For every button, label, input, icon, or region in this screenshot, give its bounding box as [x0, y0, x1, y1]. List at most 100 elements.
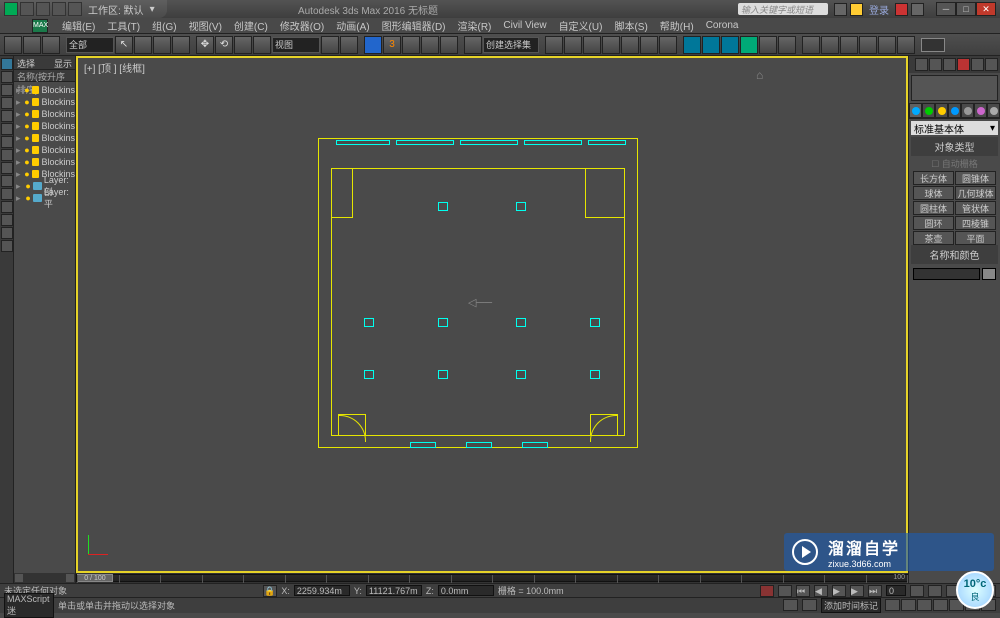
play-icon[interactable]: ▶ [832, 585, 846, 597]
menu-modifiers[interactable]: 修改器(O) [276, 18, 328, 33]
coord-y-field[interactable]: 11121.767m [366, 585, 422, 596]
material-editor-icon[interactable] [659, 36, 677, 54]
mirror-icon[interactable] [545, 36, 563, 54]
selection-filter-dropdown[interactable]: 全部 [66, 37, 114, 53]
primitive-button[interactable]: 圆柱体 [913, 201, 954, 215]
viewport-label[interactable]: [+] [顶 ] [线框] [84, 60, 145, 75]
bind-spacewarp-icon[interactable] [42, 36, 60, 54]
schematic-icon[interactable] [640, 36, 658, 54]
workspace-label[interactable]: 工作区: 默认 [88, 2, 144, 17]
primitive-button[interactable]: 平面 [955, 231, 996, 245]
isolate-icon[interactable] [783, 599, 798, 611]
color-swatch[interactable] [921, 38, 945, 52]
snap-percent-icon[interactable] [421, 36, 439, 54]
align-icon[interactable] [564, 36, 582, 54]
object-name-field[interactable] [913, 268, 980, 280]
window-crossing-icon[interactable] [172, 36, 190, 54]
workspace-dropdown-icon[interactable]: ▾ [150, 4, 155, 15]
selock-icon[interactable] [802, 599, 817, 611]
extra-tool-5-icon[interactable] [878, 36, 896, 54]
setkey-button[interactable] [778, 585, 792, 597]
app-icon[interactable] [4, 2, 18, 16]
cp-tool-2-icon[interactable] [929, 58, 942, 71]
tab-shapes[interactable] [922, 103, 935, 118]
save-icon[interactable] [20, 2, 34, 16]
play-start-icon[interactable]: ⏮ [796, 585, 810, 597]
render-prod-icon[interactable] [721, 36, 739, 54]
scene-item[interactable]: ▸●Blockins [16, 120, 75, 132]
curve-editor-icon[interactable] [621, 36, 639, 54]
ribbon-btn-5[interactable] [1, 110, 13, 122]
cp-tool-5-icon[interactable] [971, 58, 984, 71]
menu-group[interactable]: 组(G) [148, 18, 180, 33]
link-icon[interactable] [68, 2, 82, 16]
ribbon-icon[interactable] [602, 36, 620, 54]
menu-corona[interactable]: Corona [702, 20, 743, 31]
scene-item[interactable]: ▸●Blockins [16, 84, 75, 96]
pivot-icon[interactable] [321, 36, 339, 54]
comm-center-icon[interactable] [834, 3, 847, 16]
menu-help[interactable]: 帮助(H) [656, 18, 698, 33]
star-icon[interactable] [850, 3, 863, 16]
primitive-button[interactable]: 圆锥体 [955, 171, 996, 185]
named-selset-dropdown[interactable]: 创建选择集 [483, 37, 539, 53]
scene-item[interactable]: ▸●Layer:平 [16, 192, 75, 204]
undo-icon[interactable] [36, 2, 50, 16]
ribbon-btn-4[interactable] [1, 97, 13, 109]
extra-tool-6-icon[interactable] [897, 36, 915, 54]
render-online-icon[interactable] [778, 36, 796, 54]
scene-item[interactable]: ▸●Blockins [16, 156, 75, 168]
render-frame-icon[interactable] [702, 36, 720, 54]
scene-item[interactable]: ▸●Blockins [16, 96, 75, 108]
time-config-icon[interactable] [910, 585, 924, 597]
layers-icon[interactable] [583, 36, 601, 54]
viewport-top[interactable]: [+] [顶 ] [线框] ⌂ [76, 56, 908, 573]
se-display-label[interactable]: 显示 [54, 57, 72, 68]
tab-helpers[interactable] [961, 103, 974, 118]
maxscript-label[interactable]: MAXScript 迷 [4, 593, 54, 618]
ribbon-btn-1[interactable] [1, 58, 13, 70]
cp-tool-3-icon[interactable] [943, 58, 956, 71]
select-region-icon[interactable] [153, 36, 171, 54]
edit-named-sel-icon[interactable] [464, 36, 482, 54]
se-hscroll[interactable] [14, 573, 75, 583]
primitive-button[interactable]: 茶壶 [913, 231, 954, 245]
current-frame-field[interactable]: 0 [886, 585, 906, 596]
primitive-button[interactable]: 管状体 [955, 201, 996, 215]
cp-tool-6-icon[interactable] [985, 58, 998, 71]
coord-z-field[interactable]: 0.0mm [438, 585, 494, 596]
maximize-button[interactable]: □ [956, 2, 976, 16]
scroll-right-icon[interactable] [66, 574, 74, 582]
spinner-snap-icon[interactable] [440, 36, 458, 54]
primitive-button[interactable]: 圆环 [913, 216, 954, 230]
primitive-category-dropdown[interactable]: 标准基本体▾ [911, 121, 998, 135]
tab-geometry[interactable] [909, 103, 922, 118]
render-iter-icon[interactable] [740, 36, 758, 54]
ribbon-btn-7[interactable] [1, 136, 13, 148]
cp-tool-1-icon[interactable] [915, 58, 928, 71]
ribbon-btn-13[interactable] [1, 214, 13, 226]
menu-customize[interactable]: 自定义(U) [555, 18, 607, 33]
menu-civilview[interactable]: Civil View [499, 20, 550, 31]
tab-lights[interactable] [935, 103, 948, 118]
ribbon-btn-2[interactable] [1, 71, 13, 83]
se-select-label[interactable]: 选择 [17, 57, 35, 68]
addtime-label[interactable]: 添加时间标记 [821, 598, 881, 613]
search-input[interactable]: 输入关键字或短语 [738, 3, 828, 15]
nav-walk-icon[interactable] [917, 599, 932, 611]
refcoord-dropdown[interactable]: 视图 [272, 37, 320, 53]
primitive-button[interactable]: 几何球体 [955, 186, 996, 200]
autokey-button[interactable] [760, 585, 774, 597]
render-active-icon[interactable] [759, 36, 777, 54]
manip-icon[interactable] [340, 36, 358, 54]
rotate-icon[interactable]: ⟲ [215, 36, 233, 54]
time-slider[interactable]: 0 / 100 100 [76, 573, 908, 583]
keymode-icon[interactable] [364, 36, 382, 54]
snap-angle-icon[interactable] [402, 36, 420, 54]
ribbon-btn-9[interactable] [1, 162, 13, 174]
scroll-left-icon[interactable] [15, 574, 23, 582]
extra-tool-1-icon[interactable] [802, 36, 820, 54]
se-sort-header[interactable]: 名称(按升序排序) [14, 70, 75, 82]
coord-x-field[interactable]: 2259.934m [294, 585, 350, 596]
scene-item[interactable]: ▸●Blockins [16, 144, 75, 156]
